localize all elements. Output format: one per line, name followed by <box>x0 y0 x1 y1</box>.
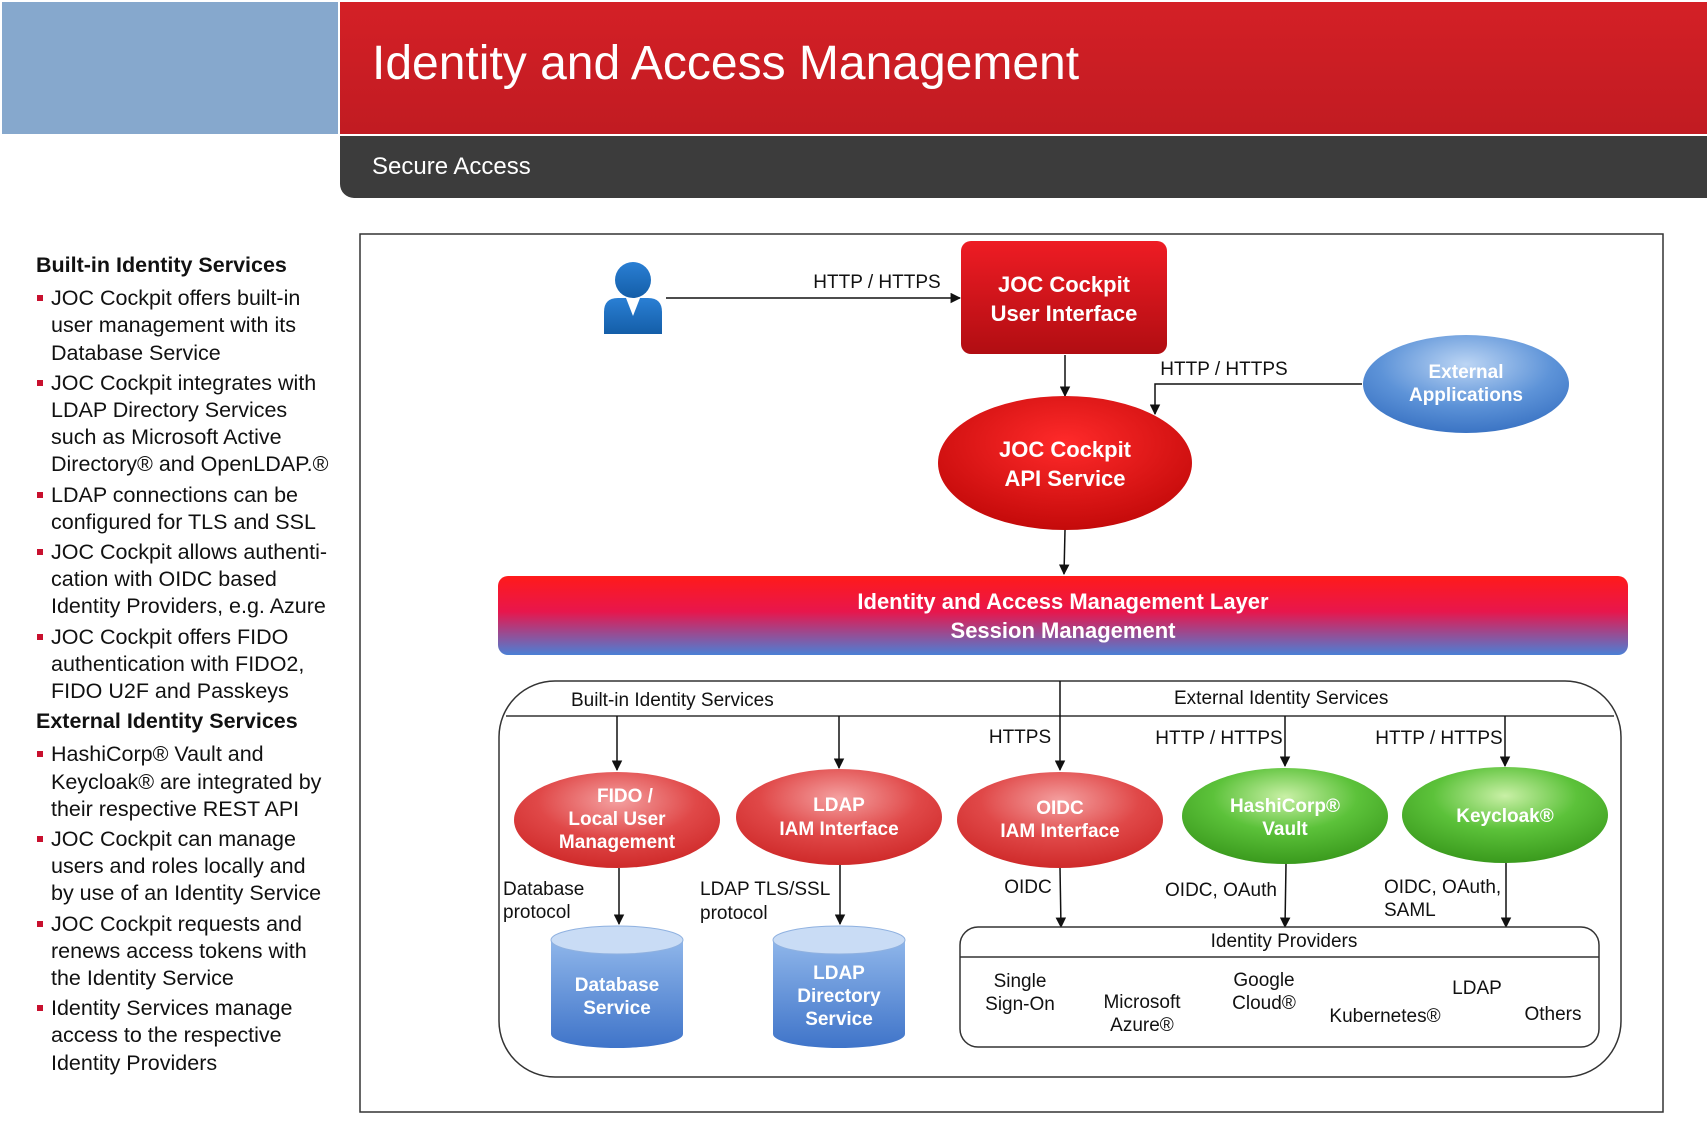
idp-azure-2: Azure® <box>1110 1015 1174 1036</box>
http-label-external: HTTP / HTTPS <box>1160 359 1287 380</box>
idp-google-2: Cloud® <box>1232 993 1296 1014</box>
vault-label-2: Vault <box>1262 819 1308 840</box>
external-apps-label-1: External <box>1429 362 1504 383</box>
external-apps-label-2: Applications <box>1409 385 1523 406</box>
arrow-api-to-iam <box>1058 529 1070 576</box>
arrow-vault-to-idp <box>1279 863 1291 929</box>
oidc-iam-node <box>957 772 1163 868</box>
fido-label-2: Local User <box>568 809 666 830</box>
idp-sso-1: Single <box>994 971 1047 992</box>
idp-ldap: LDAP <box>1452 978 1502 999</box>
api-label-2: API Service <box>1004 466 1125 491</box>
fido-label-3: Management <box>559 832 676 853</box>
vault-label-1: HashiCorp® <box>1230 796 1340 817</box>
db-protocol-label-1: Database <box>503 879 584 900</box>
oidc-oauth-label: OIDC, OAuth <box>1165 880 1277 901</box>
builtin-services-label: Built-in Identity Services <box>571 690 774 711</box>
slide: Identity and Access Management Secure Ac… <box>0 0 1707 1146</box>
oidc-label: OIDC <box>1004 877 1052 898</box>
external-services-label: External Identity Services <box>1174 688 1388 709</box>
ldap-iam-label-2: IAM Interface <box>779 819 898 840</box>
ldap-protocol-label-1: LDAP TLS/SSL <box>700 879 830 900</box>
architecture-diagram: JOC Cockpit User Interface HTTP / HTTPS … <box>359 233 1664 1113</box>
ldap-iam-node <box>736 769 942 865</box>
ui-label-1: JOC Cockpit <box>998 272 1131 297</box>
database-label-1: Database <box>575 975 660 996</box>
oidc-oauth-saml-label-1: OIDC, OAuth, <box>1384 877 1501 898</box>
ldap-iam-label-1: LDAP <box>813 795 865 816</box>
api-label-1: JOC Cockpit <box>999 437 1132 462</box>
keycloak-label: Keycloak® <box>1456 806 1553 827</box>
oidc-oauth-saml-label-2: SAML <box>1384 900 1436 921</box>
idp-kubernetes: Kubernetes® <box>1329 1006 1440 1027</box>
ldap-directory-label-3: Service <box>805 1009 873 1030</box>
idp-azure-1: Microsoft <box>1103 992 1181 1013</box>
oidc-iam-label-2: IAM Interface <box>1000 821 1119 842</box>
ldap-directory-label-2: Directory <box>797 986 881 1007</box>
joc-cockpit-ui-box <box>961 241 1167 354</box>
http-label-vault: HTTP / HTTPS <box>1155 728 1282 749</box>
external-applications-node <box>1363 335 1569 433</box>
arrow-oidc-to-idp <box>1055 867 1067 929</box>
database-label-2: Service <box>583 998 651 1019</box>
http-label-keycloak: HTTP / HTTPS <box>1375 728 1502 749</box>
ldap-directory-label-1: LDAP <box>813 963 865 984</box>
idp-sso-2: Sign-On <box>985 994 1055 1015</box>
iam-label-1: Identity and Access Management Layer <box>857 589 1269 614</box>
api-service-node <box>938 396 1192 530</box>
ldap-protocol-label-2: protocol <box>700 903 768 924</box>
oidc-iam-label-1: OIDC <box>1036 798 1084 819</box>
http-label-user: HTTP / HTTPS <box>813 272 940 293</box>
idp-google-1: Google <box>1233 970 1294 991</box>
ui-label-2: User Interface <box>991 301 1138 326</box>
iam-label-2: Session Management <box>951 618 1177 643</box>
idp-title: Identity Providers <box>1211 931 1358 952</box>
fido-label-1: FIDO / <box>597 786 654 807</box>
iam-layer-bar <box>498 576 1628 655</box>
db-protocol-label-2: protocol <box>503 902 571 923</box>
https-label: HTTPS <box>989 727 1051 748</box>
idp-others: Others <box>1524 1004 1581 1025</box>
